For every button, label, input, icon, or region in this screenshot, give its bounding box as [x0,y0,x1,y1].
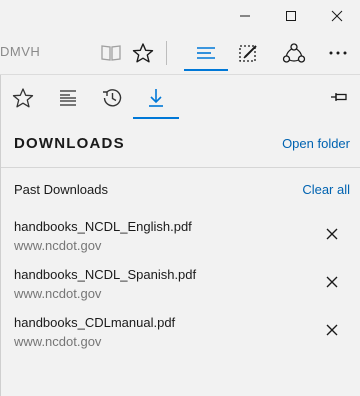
tab-downloads[interactable] [134,81,178,115]
tab-reading-list[interactable] [46,81,90,115]
hub-tabs [1,75,360,121]
download-item[interactable]: handbooks_NCDL_English.pdf www.ncdot.gov [1,219,360,265]
download-filename[interactable]: handbooks_CDLmanual.pdf [14,315,175,330]
open-folder-link[interactable]: Open folder [282,136,350,151]
add-favorite-button[interactable] [127,36,159,70]
web-note-icon [239,45,257,62]
downloads-icon [149,89,163,107]
maximize-icon [286,11,296,21]
close-button[interactable] [314,0,360,32]
hub-icon [197,47,215,59]
pin-button[interactable] [329,87,349,107]
download-filename[interactable]: handbooks_NCDL_English.pdf [14,219,192,234]
download-item[interactable]: handbooks_CDLmanual.pdf www.ncdot.gov [1,315,360,361]
minimize-button[interactable] [222,0,268,32]
close-icon [331,10,343,22]
hub-panel: DOWNLOADS Open folder Past Downloads Cle… [0,75,360,396]
download-source: www.ncdot.gov [14,334,102,349]
close-icon [326,228,338,240]
download-source: www.ncdot.gov [14,286,102,301]
hub-active-indicator [184,69,228,71]
toolbar-separator [166,41,167,65]
address-text[interactable]: DMVH [0,44,40,59]
remove-download-button[interactable] [325,275,339,289]
download-item[interactable]: handbooks_NCDL_Spanish.pdf www.ncdot.gov [1,267,360,313]
hub-button[interactable] [190,36,222,70]
history-icon [103,89,122,107]
tab-history[interactable] [90,81,134,115]
close-icon [326,276,338,288]
pin-icon [331,93,347,101]
reading-list-icon [60,90,76,106]
favorite-star-icon [132,43,154,63]
download-source: www.ncdot.gov [14,238,102,253]
tab-active-indicator [133,117,179,119]
close-icon [326,324,338,336]
more-button[interactable] [322,36,354,70]
download-filename[interactable]: handbooks_NCDL_Spanish.pdf [14,267,196,282]
downloads-title: DOWNLOADS [14,135,125,152]
maximize-button[interactable] [268,0,314,32]
clear-all-link[interactable]: Clear all [302,182,350,197]
reading-view-icon [101,45,121,61]
more-icon [329,51,347,55]
section-divider [1,167,360,168]
favorites-star-icon [12,88,34,108]
reading-view-button[interactable] [95,36,127,70]
title-bar [0,0,360,32]
share-button[interactable] [278,36,310,70]
past-downloads-label: Past Downloads [14,182,108,197]
remove-download-button[interactable] [325,323,339,337]
share-icon [282,43,306,63]
browser-toolbar: DMVH [0,32,360,75]
remove-download-button[interactable] [325,227,339,241]
tab-favorites[interactable] [1,81,45,115]
web-note-button[interactable] [232,36,264,70]
minimize-icon [240,15,250,17]
